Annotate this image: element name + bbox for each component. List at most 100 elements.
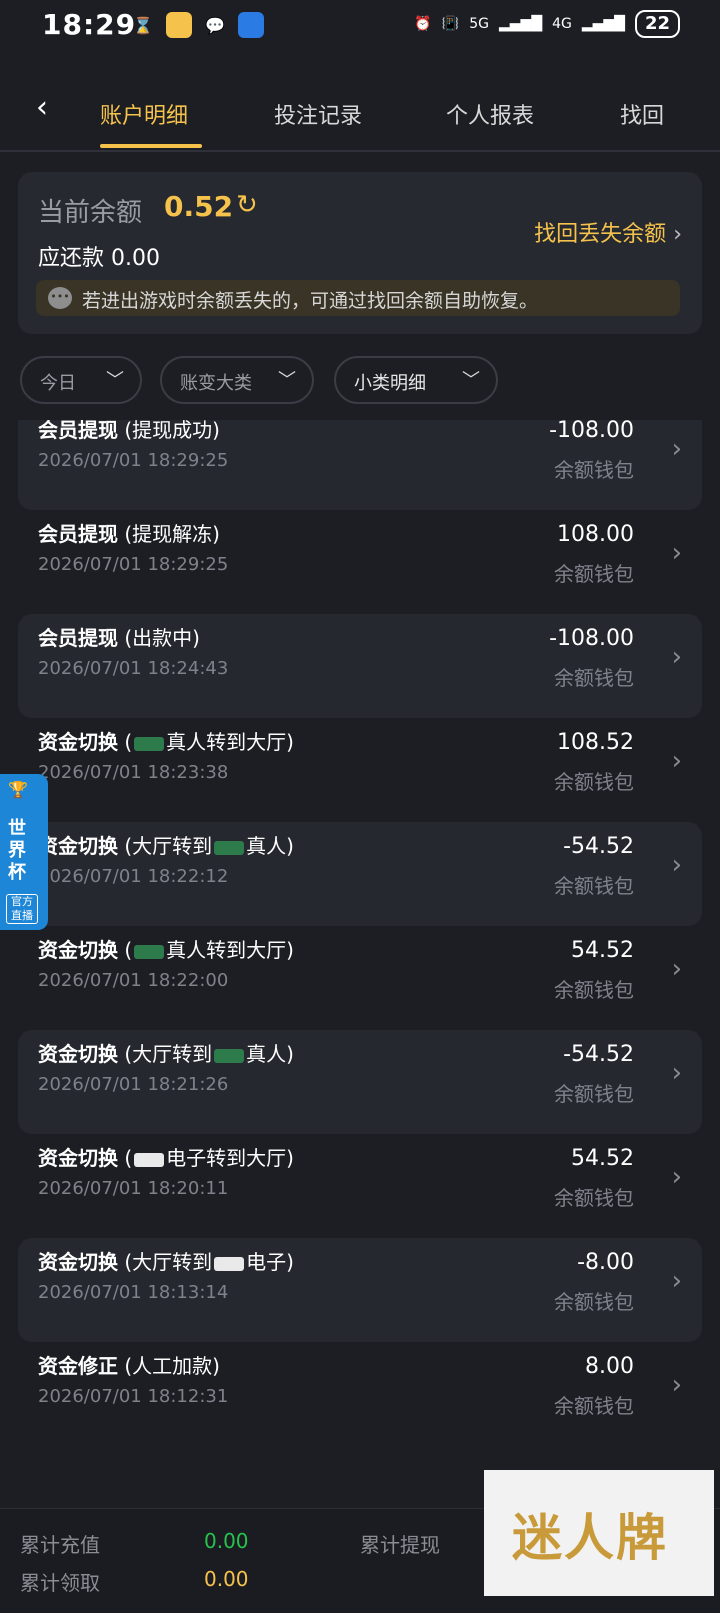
list-item[interactable]: 资金修正 (人工加款) 2026/07/01 18:12:31 8.00 余额钱…	[18, 1342, 702, 1446]
tab-account-detail[interactable]: 账户明细	[100, 98, 188, 130]
row-wallet: 余额钱包	[554, 666, 634, 690]
tab-recover[interactable]: 找回	[620, 98, 664, 130]
notice-text: 若进出游戏时余额丢失的，可通过找回余额自助恢复。	[82, 290, 539, 312]
row-wallet: 余额钱包	[554, 562, 634, 586]
row-subtitle-pre: (大厅转到	[124, 834, 213, 858]
app-notification-icon	[166, 12, 192, 38]
withdraw-total-label: 累计提现	[360, 1533, 440, 1557]
row-wallet: 余额钱包	[554, 458, 634, 482]
row-time: 2026/07/01 18:22:00	[38, 970, 229, 991]
row-time: 2026/07/01 18:22:12	[38, 866, 229, 887]
row-amount: 54.52	[571, 938, 634, 963]
amount-due: 应还款 0.00	[38, 240, 160, 272]
list-item[interactable]: 会员提现 (提现成功) 2026/07/01 18:29:25 -108.00 …	[18, 420, 702, 510]
due-value: 0.00	[111, 246, 160, 271]
status-bar: 18:29 ⌛ 💬 ⏰ 📳 5G ▂▄▆█ 4G ▂▄▆█ 22	[0, 0, 720, 56]
signal-bars-icon: ▂▄▆█	[499, 16, 543, 32]
list-item[interactable]: 会员提现 (提现解冻) 2026/07/01 18:29:25 108.00 余…	[18, 510, 702, 614]
row-amount: -8.00	[577, 1250, 634, 1275]
claim-total-value: 0.00	[204, 1567, 249, 1591]
chevron-right-icon: ›	[671, 850, 682, 880]
live-casino-logo-icon	[214, 840, 245, 855]
hourglass-icon: ⌛	[133, 15, 153, 35]
row-title: 资金切换	[38, 1146, 118, 1170]
list-item[interactable]: 资金切换 (真人转到大厅) 2026/07/01 18:23:38 108.52…	[18, 718, 702, 822]
deposit-total-label: 累计充值	[20, 1533, 100, 1557]
row-time: 2026/07/01 18:13:14	[38, 1282, 229, 1303]
row-subtitle-post: 真人)	[246, 1042, 294, 1066]
chevron-right-icon: ›	[671, 1162, 682, 1192]
status-notification-icons: ⌛ 💬	[130, 12, 264, 38]
row-amount: 108.00	[557, 522, 634, 547]
row-time: 2026/07/01 18:29:25	[38, 450, 229, 471]
chevron-down-icon: ﹀	[106, 370, 124, 391]
status-time: 18:29	[42, 8, 137, 41]
row-subtitle-pre: (	[124, 1146, 133, 1170]
refresh-icon[interactable]: ↻	[236, 190, 258, 220]
tab-bar: ‹ 账户明细 投注记录 个人报表 找回	[0, 84, 720, 152]
row-title: 会员提现	[38, 626, 118, 650]
signal-4g: 4G	[552, 16, 572, 32]
live-casino-logo-icon	[214, 1048, 245, 1063]
live-casino-logo-icon	[134, 944, 165, 959]
list-item[interactable]: 资金切换 (大厅转到 电子) 2026/07/01 18:13:14 -8.00 …	[18, 1238, 702, 1342]
row-amount: 108.52	[557, 730, 634, 755]
chevron-right-icon: ›	[671, 1058, 682, 1088]
list-item[interactable]: 资金切换 (电子转到大厅) 2026/07/01 18:20:11 54.52 …	[18, 1134, 702, 1238]
row-title: 资金修正	[38, 1354, 118, 1378]
vibrate-icon: 📳	[441, 16, 460, 32]
watermark-text: 迷人牌	[512, 1509, 668, 1567]
row-subtitle-pre: (大厅转到	[124, 1042, 213, 1066]
row-subtitle-post: 真人转到大厅)	[166, 938, 294, 962]
list-item[interactable]: 资金切换 (大厅转到 真人) 2026/07/01 18:21:26 -54.52…	[18, 1030, 702, 1134]
list-item[interactable]: 会员提现 (出款中) 2026/07/01 18:24:43 -108.00 余…	[18, 614, 702, 718]
row-subtitle-post: 真人)	[246, 834, 294, 858]
recover-label: 找回丢失余额	[534, 222, 667, 247]
live-casino-logo-icon	[134, 736, 165, 751]
signal-5g: 5G	[469, 16, 490, 32]
row-time: 2026/07/01 18:24:43	[38, 658, 229, 679]
chevron-down-icon: ﹀	[278, 370, 296, 391]
row-time: 2026/07/01 18:23:38	[38, 762, 229, 783]
chevron-right-icon: ›	[673, 222, 682, 247]
pg-logo-icon	[214, 1256, 245, 1271]
row-subtitle-post: 电子转到大厅)	[166, 1146, 294, 1170]
row-wallet: 余额钱包	[554, 1186, 634, 1210]
row-title: 会员提现	[38, 420, 118, 442]
filter-category[interactable]: 账变大类 ﹀	[160, 356, 314, 404]
row-wallet: 余额钱包	[554, 1082, 634, 1106]
row-title: 资金切换	[38, 1042, 118, 1066]
filter-category-label: 账变大类	[180, 373, 252, 394]
battery-indicator: 22	[634, 10, 680, 38]
recover-balance-link[interactable]: 找回丢失余额 ›	[534, 216, 682, 248]
list-item[interactable]: 资金切换 (大厅转到 真人) 2026/07/01 18:22:12 -54.52…	[18, 822, 702, 926]
chevron-down-icon: ﹀	[462, 370, 480, 391]
row-title: 资金切换	[38, 730, 118, 754]
row-wallet: 余额钱包	[554, 770, 634, 794]
filter-subcategory[interactable]: 小类明细 ﹀	[334, 356, 498, 404]
list-item[interactable]: 资金切换 (真人转到大厅) 2026/07/01 18:22:00 54.52 …	[18, 926, 702, 1030]
row-title: 资金切换	[38, 834, 118, 858]
due-label: 应还款	[38, 246, 105, 271]
row-amount: -54.52	[563, 834, 634, 859]
row-amount: 8.00	[585, 1354, 634, 1379]
filter-date[interactable]: 今日 ﹀	[20, 356, 142, 404]
row-subtitle-post: 真人转到大厅)	[166, 730, 294, 754]
filter-subcategory-label: 小类明细	[354, 373, 426, 394]
tab-personal-report[interactable]: 个人报表	[446, 98, 534, 130]
row-time: 2026/07/01 18:29:25	[38, 554, 229, 575]
row-title: 资金切换	[38, 938, 118, 962]
world-cup-live-badge[interactable]: 🏆 世界杯 官方直播	[0, 774, 48, 930]
row-amount: -108.00	[549, 626, 634, 651]
shield-icon	[238, 12, 264, 38]
row-subtitle: (人工加款)	[124, 1354, 220, 1378]
back-icon[interactable]: ‹	[36, 90, 48, 125]
row-subtitle-pre: (	[124, 938, 133, 962]
tab-bet-records[interactable]: 投注记录	[274, 98, 362, 130]
filter-date-label: 今日	[40, 373, 76, 394]
row-title: 资金切换	[38, 1250, 118, 1274]
row-time: 2026/07/01 18:20:11	[38, 1178, 229, 1199]
chevron-right-icon: ›	[671, 642, 682, 672]
alarm-icon: ⏰	[414, 16, 432, 32]
row-subtitle-post: 电子)	[246, 1250, 294, 1274]
